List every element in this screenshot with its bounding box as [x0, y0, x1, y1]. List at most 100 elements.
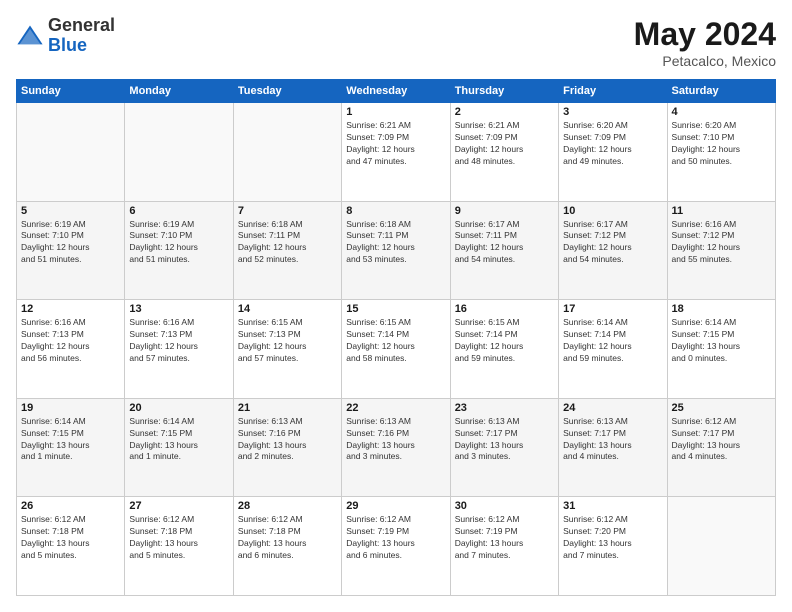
day-info: Sunrise: 6:15 AM Sunset: 7:14 PM Dayligh… — [455, 317, 554, 365]
day-info: Sunrise: 6:20 AM Sunset: 7:09 PM Dayligh… — [563, 120, 662, 168]
day-number: 18 — [672, 303, 771, 315]
calendar-cell: 25 Sunrise: 6:12 AM Sunset: 7:17 PM Dayli… — [667, 398, 775, 497]
calendar-cell: 29 Sunrise: 6:12 AM Sunset: 7:19 PM Dayli… — [342, 497, 450, 596]
calendar-header-wednesday: Wednesday — [342, 80, 450, 103]
day-number: 11 — [672, 205, 771, 217]
day-number: 15 — [346, 303, 445, 315]
calendar-cell: 12 Sunrise: 6:16 AM Sunset: 7:13 PM Dayli… — [17, 300, 125, 399]
day-info: Sunrise: 6:12 AM Sunset: 7:18 PM Dayligh… — [129, 514, 228, 562]
logo-text: General Blue — [48, 16, 115, 56]
day-info: Sunrise: 6:14 AM Sunset: 7:15 PM Dayligh… — [672, 317, 771, 365]
day-number: 23 — [455, 402, 554, 414]
calendar-cell: 7 Sunrise: 6:18 AM Sunset: 7:11 PM Daylig… — [233, 201, 341, 300]
day-info: Sunrise: 6:15 AM Sunset: 7:14 PM Dayligh… — [346, 317, 445, 365]
day-number: 19 — [21, 402, 120, 414]
calendar-header-friday: Friday — [559, 80, 667, 103]
day-info: Sunrise: 6:16 AM Sunset: 7:13 PM Dayligh… — [129, 317, 228, 365]
day-info: Sunrise: 6:19 AM Sunset: 7:10 PM Dayligh… — [21, 219, 120, 267]
subtitle: Petacalco, Mexico — [634, 53, 776, 69]
day-number: 3 — [563, 106, 662, 118]
calendar-cell: 1Sunrise: 6:21 AM Sunset: 7:09 PM Daylig… — [342, 103, 450, 202]
calendar-cell: 13Sunrise: 6:16 AM Sunset: 7:13 PM Dayli… — [125, 300, 233, 399]
calendar-week-4: 19 Sunrise: 6:14 AM Sunset: 7:15 PM Dayli… — [17, 398, 776, 497]
day-info: Sunrise: 6:14 AM Sunset: 7:15 PM Dayligh… — [129, 416, 228, 464]
calendar-cell: 2 Sunrise: 6:21 AM Sunset: 7:09 PM Daylig… — [450, 103, 558, 202]
calendar-cell: 23Sunrise: 6:13 AM Sunset: 7:17 PM Dayli… — [450, 398, 558, 497]
logo: General Blue — [16, 16, 115, 56]
day-info: Sunrise: 6:13 AM Sunset: 7:17 PM Dayligh… — [563, 416, 662, 464]
calendar-cell: 6Sunrise: 6:19 AM Sunset: 7:10 PM Daylig… — [125, 201, 233, 300]
calendar-header-sunday: Sunday — [17, 80, 125, 103]
day-number: 24 — [563, 402, 662, 414]
day-number: 4 — [672, 106, 771, 118]
day-info: Sunrise: 6:15 AM Sunset: 7:13 PM Dayligh… — [238, 317, 337, 365]
day-number: 2 — [455, 106, 554, 118]
day-info: Sunrise: 6:14 AM Sunset: 7:15 PM Dayligh… — [21, 416, 120, 464]
calendar-week-2: 5 Sunrise: 6:19 AM Sunset: 7:10 PM Daylig… — [17, 201, 776, 300]
calendar-cell: 14 Sunrise: 6:15 AM Sunset: 7:13 PM Dayli… — [233, 300, 341, 399]
page: General Blue May 2024 Petacalco, Mexico … — [0, 0, 792, 612]
day-info: Sunrise: 6:18 AM Sunset: 7:11 PM Dayligh… — [238, 219, 337, 267]
day-info: Sunrise: 6:20 AM Sunset: 7:10 PM Dayligh… — [672, 120, 771, 168]
day-info: Sunrise: 6:16 AM Sunset: 7:13 PM Dayligh… — [21, 317, 120, 365]
day-number: 14 — [238, 303, 337, 315]
day-number: 5 — [21, 205, 120, 217]
day-info: Sunrise: 6:18 AM Sunset: 7:11 PM Dayligh… — [346, 219, 445, 267]
calendar-week-5: 26 Sunrise: 6:12 AM Sunset: 7:18 PM Dayli… — [17, 497, 776, 596]
day-info: Sunrise: 6:13 AM Sunset: 7:16 PM Dayligh… — [346, 416, 445, 464]
day-number: 31 — [563, 500, 662, 512]
calendar-cell: 22 Sunrise: 6:13 AM Sunset: 7:16 PM Dayli… — [342, 398, 450, 497]
day-info: Sunrise: 6:13 AM Sunset: 7:16 PM Dayligh… — [238, 416, 337, 464]
calendar-week-3: 12 Sunrise: 6:16 AM Sunset: 7:13 PM Dayli… — [17, 300, 776, 399]
day-number: 7 — [238, 205, 337, 217]
calendar-cell: 24 Sunrise: 6:13 AM Sunset: 7:17 PM Dayli… — [559, 398, 667, 497]
calendar-header-monday: Monday — [125, 80, 233, 103]
logo-blue: Blue — [48, 35, 87, 55]
day-number: 20 — [129, 402, 228, 414]
day-info: Sunrise: 6:14 AM Sunset: 7:14 PM Dayligh… — [563, 317, 662, 365]
day-number: 22 — [346, 402, 445, 414]
calendar-cell: 9Sunrise: 6:17 AM Sunset: 7:11 PM Daylig… — [450, 201, 558, 300]
calendar-cell — [125, 103, 233, 202]
day-number: 30 — [455, 500, 554, 512]
calendar-header-thursday: Thursday — [450, 80, 558, 103]
day-info: Sunrise: 6:21 AM Sunset: 7:09 PM Dayligh… — [455, 120, 554, 168]
day-number: 12 — [21, 303, 120, 315]
calendar-cell: 28Sunrise: 6:12 AM Sunset: 7:18 PM Dayli… — [233, 497, 341, 596]
calendar-table: SundayMondayTuesdayWednesdayThursdayFrid… — [16, 79, 776, 596]
calendar-cell — [233, 103, 341, 202]
day-number: 29 — [346, 500, 445, 512]
day-number: 17 — [563, 303, 662, 315]
title-block: May 2024 Petacalco, Mexico — [634, 16, 776, 69]
day-number: 8 — [346, 205, 445, 217]
calendar-cell: 27 Sunrise: 6:12 AM Sunset: 7:18 PM Dayli… — [125, 497, 233, 596]
calendar-cell: 10Sunrise: 6:17 AM Sunset: 7:12 PM Dayli… — [559, 201, 667, 300]
day-number: 28 — [238, 500, 337, 512]
calendar-cell: 17 Sunrise: 6:14 AM Sunset: 7:14 PM Dayli… — [559, 300, 667, 399]
day-info: Sunrise: 6:12 AM Sunset: 7:18 PM Dayligh… — [21, 514, 120, 562]
day-number: 9 — [455, 205, 554, 217]
calendar-cell: 18 Sunrise: 6:14 AM Sunset: 7:15 PM Dayli… — [667, 300, 775, 399]
calendar-cell — [667, 497, 775, 596]
calendar-week-1: 1 Sunrise: 6:21 AM Sunset: 7:09 PM Daylig… — [17, 103, 776, 202]
day-number: 16 — [455, 303, 554, 315]
calendar-cell: 4 Sunrise: 6:20 AM Sunset: 7:10 PM Daylig… — [667, 103, 775, 202]
calendar-cell: 19 Sunrise: 6:14 AM Sunset: 7:15 PM Dayli… — [17, 398, 125, 497]
day-number: 1 — [346, 106, 445, 118]
day-number: 26 — [21, 500, 120, 512]
day-number: 6 — [129, 205, 228, 217]
calendar-cell: 11 Sunrise: 6:16 AM Sunset: 7:12 PM Dayli… — [667, 201, 775, 300]
calendar-cell: 15 Sunrise: 6:15 AM Sunset: 7:14 PM Dayli… — [342, 300, 450, 399]
calendar-cell: 30 Sunrise: 6:12 AM Sunset: 7:19 PM Dayli… — [450, 497, 558, 596]
header: General Blue May 2024 Petacalco, Mexico — [16, 16, 776, 69]
calendar-cell: 8 Sunrise: 6:18 AM Sunset: 7:11 PM Daylig… — [342, 201, 450, 300]
day-number: 25 — [672, 402, 771, 414]
calendar-cell: 31 Sunrise: 6:12 AM Sunset: 7:20 PM Dayli… — [559, 497, 667, 596]
day-info: Sunrise: 6:16 AM Sunset: 7:12 PM Dayligh… — [672, 219, 771, 267]
day-number: 27 — [129, 500, 228, 512]
day-info: Sunrise: 6:12 AM Sunset: 7:19 PM Dayligh… — [346, 514, 445, 562]
day-info: Sunrise: 6:12 AM Sunset: 7:19 PM Dayligh… — [455, 514, 554, 562]
day-info: Sunrise: 6:12 AM Sunset: 7:20 PM Dayligh… — [563, 514, 662, 562]
day-info: Sunrise: 6:12 AM Sunset: 7:17 PM Dayligh… — [672, 416, 771, 464]
calendar-header-tuesday: Tuesday — [233, 80, 341, 103]
